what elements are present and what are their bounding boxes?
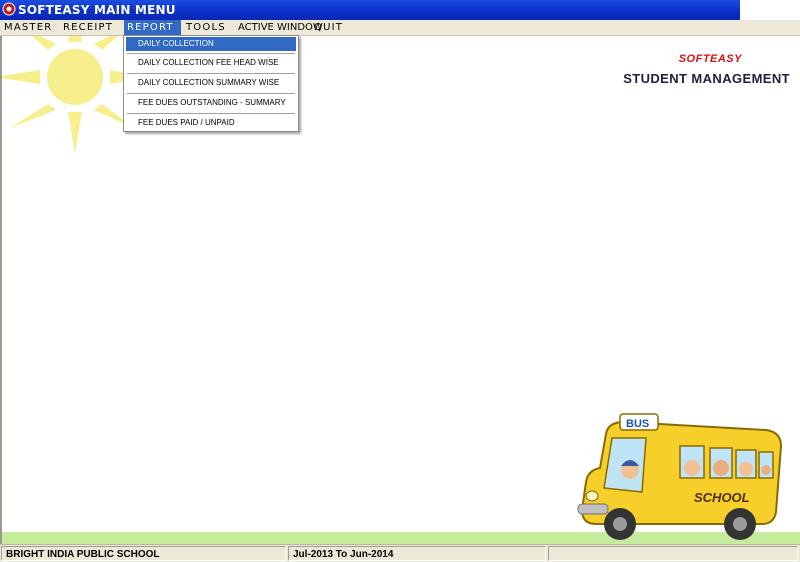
menu-separator [127, 73, 295, 74]
company-logo-text: SOFTEASY [678, 53, 742, 65]
menu-separator [127, 53, 295, 54]
window-title: SOFTEASY MAIN MENU [18, 3, 176, 17]
menu-master[interactable]: MASTER [1, 20, 55, 35]
school-bus-icon: BUS SCHOOL [577, 413, 783, 540]
product-title: STUDENT MANAGEMENT [623, 71, 790, 86]
report-daily-collection-summary-wise[interactable]: DAILY COLLECTION SUMMARY WISE [126, 76, 296, 90]
status-school-name: BRIGHT INDIA PUBLIC SCHOOL [1, 546, 286, 561]
report-menu-dropdown: DAILY COLLECTION DAILY COLLECTION FEE HE… [123, 35, 299, 132]
menu-separator [127, 93, 295, 94]
status-session: Jul-2013 To Jun-2014 [288, 546, 546, 561]
report-daily-collection-fee-head-wise[interactable]: DAILY COLLECTION FEE HEAD WISE [126, 56, 296, 70]
menu-report[interactable]: REPORT [124, 20, 181, 35]
mdi-client-area: SOFTEASY STUDENT MANAGEMENT BUS SCHOOL [0, 36, 800, 544]
menu-tools[interactable]: TOOLS [183, 20, 229, 35]
menu-receipt[interactable]: RECEIPT [60, 20, 116, 35]
status-bar: BRIGHT INDIA PUBLIC SCHOOL Jul-2013 To J… [0, 544, 800, 562]
report-fee-dues-paid-unpaid[interactable]: FEE DUES PAID / UNPAID [126, 116, 296, 130]
bus-sign-text: BUS [626, 418, 649, 430]
menu-quit[interactable]: QUIT [311, 20, 346, 35]
title-bar[interactable]: SOFTEASY MAIN MENU [0, 0, 740, 20]
menu-separator [127, 113, 295, 114]
bus-side-text: SCHOOL [694, 490, 750, 505]
menu-bar: MASTER RECEIPT REPORT TOOLS ACTIVE WINDO… [0, 20, 800, 36]
report-fee-dues-outstanding-summary[interactable]: FEE DUES OUTSTANDING - SUMMARY [126, 96, 296, 110]
softeasy-app-icon [2, 2, 16, 16]
status-panel-empty [548, 546, 798, 561]
report-daily-collection[interactable]: DAILY COLLECTION [126, 37, 296, 51]
